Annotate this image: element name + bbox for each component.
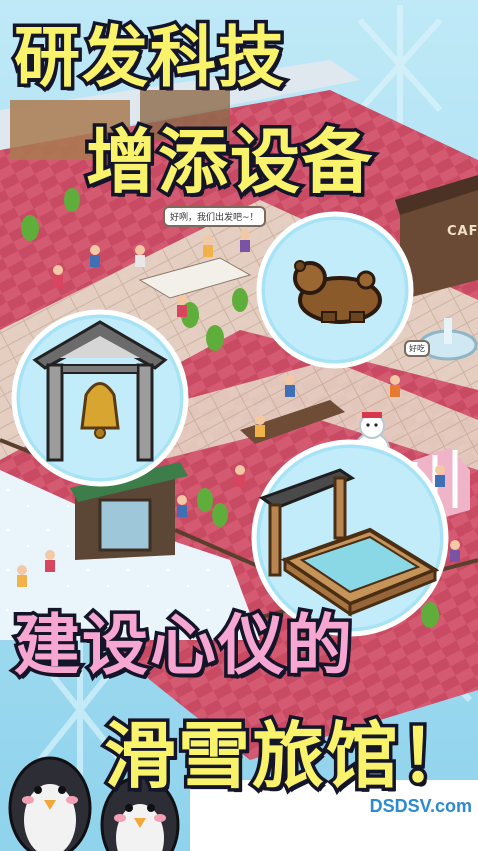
speech-bubble: 好吃 xyxy=(404,340,430,357)
bell-gate-icon xyxy=(11,309,189,487)
watermark-brand: DSDSV xyxy=(368,795,431,818)
watermark-suffix: .com xyxy=(428,795,473,818)
penguin-mascot xyxy=(8,756,92,851)
fountain-column xyxy=(444,318,452,344)
cafe-sign: CAF xyxy=(447,224,478,239)
speech-bubble: 好咧，我们出发吧~！ xyxy=(163,206,266,227)
bear-plush-icon xyxy=(256,211,414,369)
headline-line-3: 建设心仪的 xyxy=(11,604,356,688)
watermark: DSDSV.com xyxy=(368,795,473,818)
entrance-door xyxy=(98,498,152,552)
headline-line-1: 研发科技 xyxy=(11,16,288,100)
headline-line-4: 滑雪旅馆！ xyxy=(100,711,475,802)
headline-line-2: 增添设备 xyxy=(83,118,376,207)
